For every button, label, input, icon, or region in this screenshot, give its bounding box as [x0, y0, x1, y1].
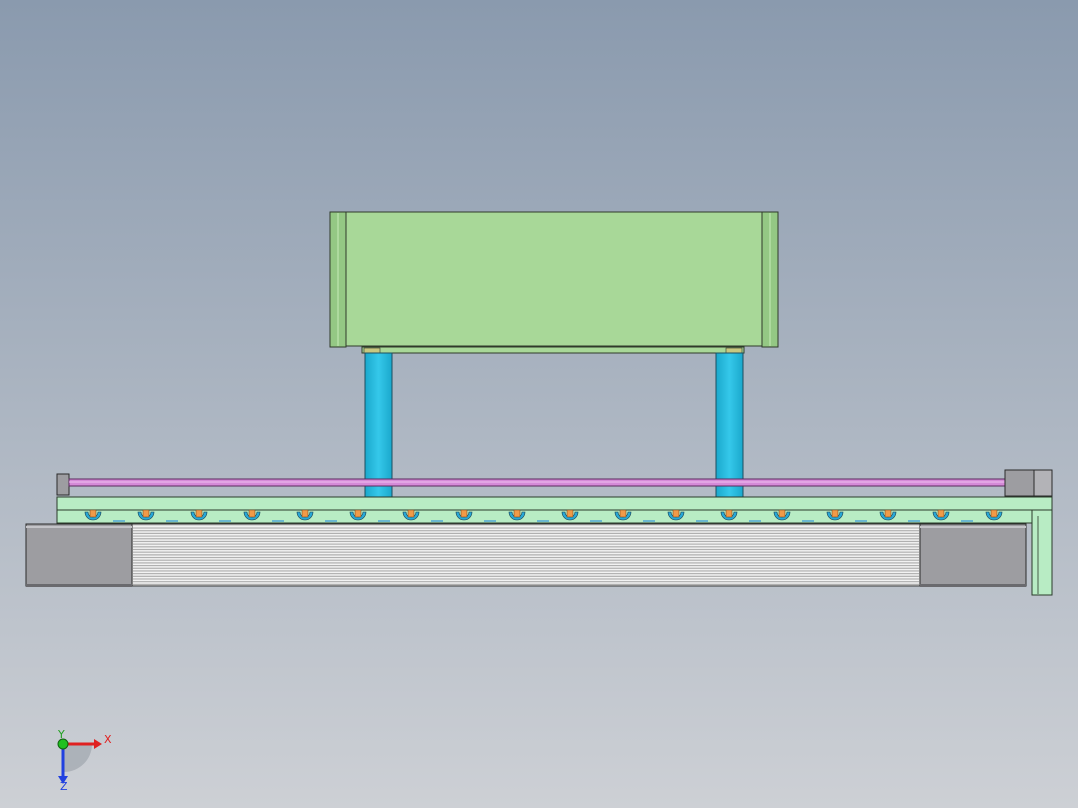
right-support-leg[interactable]	[715, 352, 744, 498]
top-box-assembly[interactable]	[329, 211, 779, 354]
carrier-plate-side-bracket[interactable]	[1031, 509, 1053, 596]
viewport-background	[0, 0, 1078, 808]
roller	[133, 582, 919, 584]
roller	[133, 528, 919, 531]
cad-model-scene[interactable]: X Y Z	[0, 0, 1078, 808]
roller	[133, 552, 919, 555]
roller	[133, 534, 919, 536]
roller	[133, 544, 919, 547]
triad-x-label: X	[104, 733, 112, 746]
roller	[133, 550, 919, 552]
roller	[133, 547, 919, 549]
roller	[133, 531, 919, 533]
graphics-viewport[interactable]: X Y Z	[0, 0, 1078, 808]
roller-conveyor[interactable]	[131, 523, 921, 587]
roller	[133, 574, 919, 576]
left-motor-block[interactable]	[25, 523, 133, 587]
roller	[133, 536, 919, 539]
right-motor-block[interactable]	[919, 523, 1027, 587]
roller	[133, 566, 919, 568]
guide-rod-left-end[interactable]	[56, 473, 70, 496]
roller	[133, 542, 919, 544]
triad-z-label: Z	[60, 780, 68, 793]
roller	[133, 558, 919, 560]
left-support-leg[interactable]	[364, 352, 393, 498]
roller	[133, 576, 919, 579]
top-box-body[interactable]	[331, 211, 777, 347]
roller	[133, 539, 919, 541]
roller	[133, 579, 919, 582]
top-box-base-strip[interactable]	[361, 346, 745, 354]
roller	[133, 526, 919, 528]
roller	[133, 563, 919, 566]
roller	[133, 560, 919, 563]
roller	[133, 555, 919, 557]
triad-y-label: Y	[57, 728, 65, 741]
roller	[133, 571, 919, 574]
carrier-plate-top[interactable]	[56, 496, 1053, 511]
roller	[133, 568, 919, 571]
